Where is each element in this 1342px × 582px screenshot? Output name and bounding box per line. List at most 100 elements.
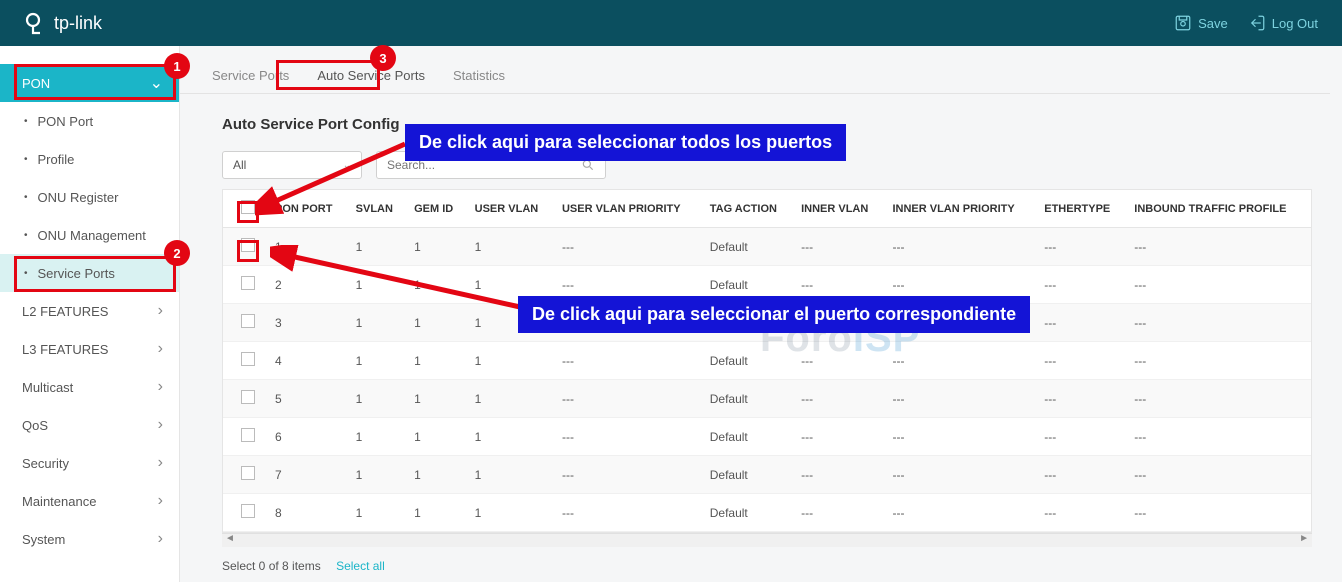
table-row[interactable]: 5 1 1 1 --- Default --- --- --- --- bbox=[223, 380, 1311, 418]
tplink-icon bbox=[24, 11, 48, 35]
sidebar-item-l2[interactable]: L2 FEATURES› bbox=[0, 292, 179, 330]
chevron-down-icon: ⌄ bbox=[150, 73, 163, 93]
cell-gem: 1 bbox=[406, 380, 467, 418]
cell-uvlan: 1 bbox=[467, 380, 554, 418]
sidebar-sub-onu-management[interactable]: ONU Management bbox=[0, 216, 179, 254]
annotation-badge-3: 3 bbox=[370, 45, 396, 71]
tab-statistics[interactable]: Statistics bbox=[439, 60, 519, 93]
tab-service-ports[interactable]: Service Ports bbox=[198, 60, 303, 93]
cell-inbound: --- bbox=[1126, 418, 1311, 456]
col-inbound-traffic-profile: INBOUND TRAFFIC PROFILE bbox=[1126, 190, 1311, 228]
top-header: tp-link Save Log Out bbox=[0, 0, 1342, 46]
table-row[interactable]: 6 1 1 1 --- Default --- --- --- --- bbox=[223, 418, 1311, 456]
save-icon bbox=[1174, 14, 1192, 32]
cell-ivlan: --- bbox=[793, 494, 884, 532]
cell-ether: --- bbox=[1036, 228, 1126, 266]
select-all-checkbox[interactable] bbox=[241, 200, 255, 214]
cell-ivprio: --- bbox=[884, 456, 1036, 494]
logout-button[interactable]: Log Out bbox=[1248, 14, 1318, 32]
cell-ivprio: --- bbox=[884, 418, 1036, 456]
row-checkbox[interactable] bbox=[241, 352, 255, 366]
cell-svlan: 1 bbox=[348, 380, 406, 418]
cell-tag: Default bbox=[702, 380, 793, 418]
cell-inbound: --- bbox=[1126, 266, 1311, 304]
row-checkbox[interactable] bbox=[241, 314, 255, 328]
cell-uvlan: 1 bbox=[467, 456, 554, 494]
chevron-right-icon: › bbox=[158, 454, 163, 472]
cell-pon: 8 bbox=[267, 494, 348, 532]
cell-uvprio: --- bbox=[554, 228, 702, 266]
annotation-callout-1: De click aqui para seleccionar todos los… bbox=[405, 124, 846, 161]
sidebar-item-system[interactable]: System› bbox=[0, 520, 179, 558]
sidebar-item-pon[interactable]: PON ⌄ bbox=[0, 64, 179, 102]
cell-uvlan: 1 bbox=[467, 494, 554, 532]
row-checkbox[interactable] bbox=[241, 504, 255, 518]
col-user-vlan-priority: USER VLAN PRIORITY bbox=[554, 190, 702, 228]
chevron-right-icon: › bbox=[158, 492, 163, 510]
col-inner-vlan-priority: INNER VLAN PRIORITY bbox=[884, 190, 1036, 228]
cell-ivlan: --- bbox=[793, 380, 884, 418]
cell-ether: --- bbox=[1036, 380, 1126, 418]
col-tag-action: TAG ACTION bbox=[702, 190, 793, 228]
cell-uvprio: --- bbox=[554, 380, 702, 418]
cell-uvlan: 1 bbox=[467, 418, 554, 456]
cell-pon: 7 bbox=[267, 456, 348, 494]
cell-inbound: --- bbox=[1126, 342, 1311, 380]
col-user-vlan: USER VLAN bbox=[467, 190, 554, 228]
row-checkbox[interactable] bbox=[241, 466, 255, 480]
cell-ivprio: --- bbox=[884, 380, 1036, 418]
row-checkbox[interactable] bbox=[241, 390, 255, 404]
cell-tag: Default bbox=[702, 494, 793, 532]
annotation-callout-2: De click aqui para seleccionar el puerto… bbox=[518, 296, 1030, 333]
cell-ivprio: --- bbox=[884, 228, 1036, 266]
logout-icon bbox=[1248, 14, 1266, 32]
cell-tag: Default bbox=[702, 418, 793, 456]
select-all-link[interactable]: Select all bbox=[336, 559, 385, 573]
chevron-right-icon: › bbox=[158, 340, 163, 358]
row-checkbox[interactable] bbox=[241, 428, 255, 442]
annotation-badge-2: 2 bbox=[164, 240, 190, 266]
save-label: Save bbox=[1198, 16, 1228, 31]
sidebar-item-security[interactable]: Security› bbox=[0, 444, 179, 482]
service-ports-table: PON PORT SVLAN GEM ID USER VLAN USER VLA… bbox=[223, 190, 1311, 532]
sidebar-item-qos[interactable]: QoS› bbox=[0, 406, 179, 444]
row-checkbox[interactable] bbox=[241, 276, 255, 290]
cell-pon: 5 bbox=[267, 380, 348, 418]
save-button[interactable]: Save bbox=[1174, 14, 1228, 32]
table-row[interactable]: 7 1 1 1 --- Default --- --- --- --- bbox=[223, 456, 1311, 494]
cell-svlan: 1 bbox=[348, 456, 406, 494]
brand-logo: tp-link bbox=[24, 11, 102, 35]
sidebar-sub-onu-register[interactable]: ONU Register bbox=[0, 178, 179, 216]
annotation-arrow-2 bbox=[270, 245, 530, 325]
table-container: PON PORT SVLAN GEM ID USER VLAN USER VLA… bbox=[222, 189, 1312, 533]
table-footer: Select 0 of 8 items Select all bbox=[180, 547, 1330, 573]
cell-ivlan: --- bbox=[793, 456, 884, 494]
selection-count: Select 0 of 8 items bbox=[222, 559, 321, 573]
cell-uvprio: --- bbox=[554, 494, 702, 532]
sidebar-item-l3[interactable]: L3 FEATURES› bbox=[0, 330, 179, 368]
horizontal-scrollbar[interactable] bbox=[222, 533, 1312, 547]
sidebar-sub-pon-port[interactable]: PON Port bbox=[0, 102, 179, 140]
chevron-right-icon: › bbox=[158, 302, 163, 320]
row-checkbox[interactable] bbox=[241, 238, 255, 252]
sidebar-sub-service-ports[interactable]: Service Ports bbox=[0, 254, 179, 292]
col-ethertype: ETHERTYPE bbox=[1036, 190, 1126, 228]
chevron-right-icon: › bbox=[158, 530, 163, 548]
cell-ether: --- bbox=[1036, 494, 1126, 532]
cell-ivprio: --- bbox=[884, 494, 1036, 532]
sidebar-item-label: PON bbox=[22, 76, 50, 91]
annotation-arrow-1 bbox=[255, 138, 415, 218]
sidebar-item-multicast[interactable]: Multicast› bbox=[0, 368, 179, 406]
cell-gem: 1 bbox=[406, 418, 467, 456]
sidebar-item-maintenance[interactable]: Maintenance› bbox=[0, 482, 179, 520]
chevron-right-icon: › bbox=[158, 416, 163, 434]
cell-uvprio: --- bbox=[554, 418, 702, 456]
cell-ivlan: --- bbox=[793, 228, 884, 266]
cell-gem: 1 bbox=[406, 456, 467, 494]
table-row[interactable]: 8 1 1 1 --- Default --- --- --- --- bbox=[223, 494, 1311, 532]
sidebar-sub-profile[interactable]: Profile bbox=[0, 140, 179, 178]
chevron-right-icon: › bbox=[158, 378, 163, 396]
cell-uvprio: --- bbox=[554, 456, 702, 494]
cell-ivlan: --- bbox=[793, 418, 884, 456]
col-gem-id: GEM ID bbox=[406, 190, 467, 228]
